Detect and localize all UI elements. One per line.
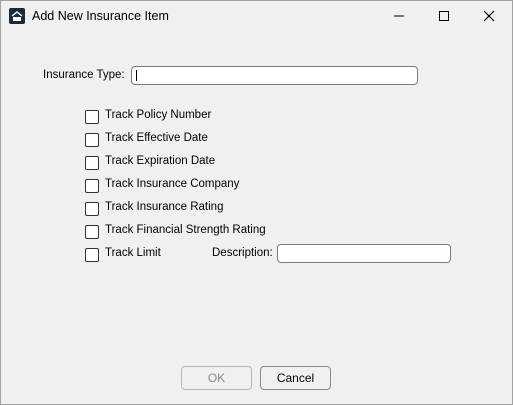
close-icon	[483, 10, 495, 22]
window-title: Add New Insurance Item	[32, 9, 169, 23]
description-label: Description:	[212, 247, 273, 259]
checkbox-label: Track Expiration Date	[105, 155, 216, 167]
maximize-button[interactable]	[421, 1, 467, 31]
minimize-button[interactable]	[376, 1, 422, 31]
insurance-type-label: Insurance Type:	[43, 69, 125, 81]
checkbox-label: Track Insurance Rating	[105, 201, 224, 213]
checkbox-label: Track Limit	[105, 247, 161, 259]
checkbox-box[interactable]	[85, 225, 99, 239]
cancel-button[interactable]: Cancel	[260, 366, 331, 390]
title-bar[interactable]: Add New Insurance Item	[1, 1, 512, 31]
checkbox-label: Track Insurance Company	[105, 178, 240, 190]
checkbox-box[interactable]	[85, 110, 99, 124]
description-input[interactable]	[277, 244, 451, 263]
checkbox-box[interactable]	[85, 133, 99, 147]
close-button[interactable]	[466, 1, 512, 31]
checkbox-box[interactable]	[85, 156, 99, 170]
checkbox-label: Track Financial Strength Rating	[105, 224, 266, 236]
insurance-type-input[interactable]	[131, 66, 418, 85]
maximize-icon	[439, 11, 449, 21]
checkbox-box[interactable]	[85, 202, 99, 216]
app-logo-icon	[9, 8, 25, 24]
checkbox-box[interactable]	[85, 248, 99, 262]
checkbox-box[interactable]	[85, 179, 99, 193]
text-caret	[136, 70, 137, 81]
checkbox-label: Track Effective Date	[105, 132, 208, 144]
dialog-window: Add New Insurance Item Insurance Type: T…	[0, 0, 513, 405]
minimize-icon	[394, 15, 404, 17]
checkbox-label: Track Policy Number	[105, 109, 212, 121]
ok-button[interactable]: OK	[181, 366, 252, 390]
